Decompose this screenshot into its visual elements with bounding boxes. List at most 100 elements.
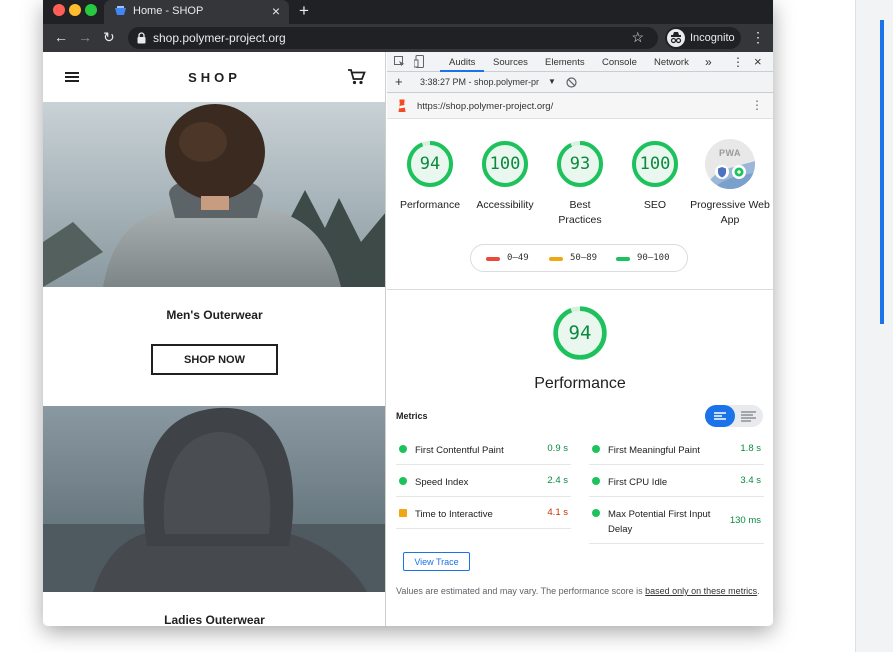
metric-label: Max Potential First Input Delay [608,509,711,535]
lock-icon [137,32,146,44]
category-title[interactable]: Ladies Outerwear [43,613,385,626]
performance-section: 94 Performance Metrics First Contentful … [387,289,773,626]
report-selector[interactable]: 3:38:27 PM - shop.polymer-pr [420,77,539,87]
metric-row[interactable]: Max Potential First Input Delay 130 ms [589,497,764,544]
scroll-indicator [880,20,884,324]
shop-favicon-icon [115,6,126,15]
tab-sources[interactable]: Sources [493,57,528,68]
shop-now-button[interactable]: SHOP NOW [151,344,278,375]
back-icon[interactable]: ← [54,29,68,45]
url-text: shop.polymer-project.org [153,31,286,45]
pwa-badge-icon[interactable]: PWA [705,139,755,189]
seo-score: 100 [639,154,671,174]
metric-pass-icon [592,477,600,485]
new-tab-icon[interactable]: + [299,1,309,21]
audits-toolbar: + 3:38:27 PM - shop.polymer-pr ▼ [387,72,773,93]
maximize-window-icon[interactable] [85,4,97,16]
metric-row[interactable]: First CPU Idle 3.4 s [589,465,764,497]
metrics-note: Values are estimated and may vary. The p… [396,584,766,599]
tab-elements[interactable]: Elements [545,57,585,68]
seo-label: SEO [643,199,667,211]
devtools-tabbar: Audits Sources Elements Console Network … [387,52,773,72]
legend-pass-icon [616,257,630,261]
metric-pass-icon [592,509,600,517]
clear-reports-icon[interactable] [566,77,577,88]
close-devtools-icon[interactable]: × [754,54,762,69]
metric-value: 2.4 s [547,475,568,486]
metric-value: 3.4 s [740,475,761,486]
close-window-icon[interactable] [53,4,65,16]
reload-icon[interactable]: ↻ [103,29,115,46]
incognito-label: Incognito [690,32,735,44]
lighthouse-icon [398,99,406,112]
tab-network[interactable]: Network [654,57,689,68]
legend-average-range: 50–89 [570,253,598,263]
device-toolbar-icon[interactable] [414,55,424,68]
tab-strip: Home - SHOP × + [43,0,773,24]
incognito-badge[interactable]: Incognito [665,27,741,49]
devtools-menu-icon[interactable]: ⋮ [732,55,744,69]
ladies-outerwear-image[interactable] [43,406,385,592]
performance-score: 94 [419,154,441,174]
pwa-label: Progressive Web App [690,199,770,226]
category-title[interactable]: Men's Outerwear [43,308,385,322]
best-practices-score: 93 [569,154,591,174]
accessibility-score: 100 [489,154,521,174]
report-dropdown-icon[interactable]: ▼ [548,77,556,86]
incognito-icon [667,29,685,47]
tab-title: Home - SHOP [133,5,204,17]
browser-tab[interactable]: Home - SHOP × [104,0,289,24]
metric-label: First CPU Idle [608,477,668,488]
tab-console[interactable]: Console [602,57,637,68]
detailed-view-icon[interactable] [737,405,761,427]
accessibility-label: Accessibility [476,199,534,211]
note-text: Values are estimated and may vary. The p… [396,586,646,596]
browser-window: Home - SHOP × + ← → ↻ shop.polymer-proje… [43,0,773,626]
audited-url[interactable]: https://shop.polymer-project.org/ [417,101,553,112]
inspect-element-icon[interactable] [394,56,405,67]
shop-logo-title[interactable]: SHOP [43,70,385,85]
metric-pass-icon [399,477,407,485]
metric-value: 4.1 s [547,507,568,518]
metric-value: 130 ms [729,515,761,526]
close-tab-icon[interactable]: × [272,3,280,19]
side-panel [855,0,893,652]
metric-row[interactable]: Time to Interactive 4.1 s [396,497,571,529]
more-tabs-icon[interactable]: » [705,55,712,69]
view-trace-button[interactable]: View Trace [403,552,470,571]
legend-average-icon [549,257,563,261]
browser-menu-icon[interactable]: ⋮ [751,29,765,46]
performance-label: Performance [399,199,461,211]
metric-pass-icon [592,445,600,453]
note-end: . [757,586,760,596]
devtools-panel: Audits Sources Elements Console Network … [387,52,773,626]
bookmark-star-icon[interactable]: ☆ [631,29,644,46]
legend-fail-icon [486,257,500,261]
metric-label: First Meaningful Paint [608,445,700,456]
score-legend: 0–49 50–89 90–100 [470,244,688,272]
new-audit-icon[interactable]: + [395,74,403,89]
report-menu-icon[interactable]: ⋮ [751,98,763,112]
metric-label: First Contentful Paint [415,445,504,456]
cart-icon[interactable] [348,69,366,85]
metrics-link[interactable]: based only on these metrics [645,586,757,596]
metric-value: 0.9 s [547,443,568,454]
browser-toolbar: ← → ↻ shop.polymer-project.org ☆ Incogni… [43,24,773,52]
metric-row[interactable]: First Meaningful Paint 1.8 s [589,433,764,465]
metrics-view-toggle[interactable] [705,405,763,427]
summary-view-option[interactable] [705,405,735,427]
performance-large-score: 94 [568,322,592,344]
legend-fail-range: 0–49 [507,253,529,263]
metric-value: 1.8 s [740,443,761,454]
best-practices-label: Best Practices [558,199,602,226]
audited-url-bar: https://shop.polymer-project.org/ ⋮ [387,93,773,119]
performance-heading: Performance [534,375,626,392]
forward-icon[interactable]: → [78,29,92,45]
mens-outerwear-image[interactable] [43,102,385,287]
minimize-window-icon[interactable] [69,4,81,16]
address-bar[interactable]: shop.polymer-project.org ☆ [128,27,658,49]
tab-audits[interactable]: Audits [440,52,485,72]
metric-row[interactable]: First Contentful Paint 0.9 s [396,433,571,465]
shop-header: SHOP [43,52,385,102]
metric-row[interactable]: Speed Index 2.4 s [396,465,571,497]
